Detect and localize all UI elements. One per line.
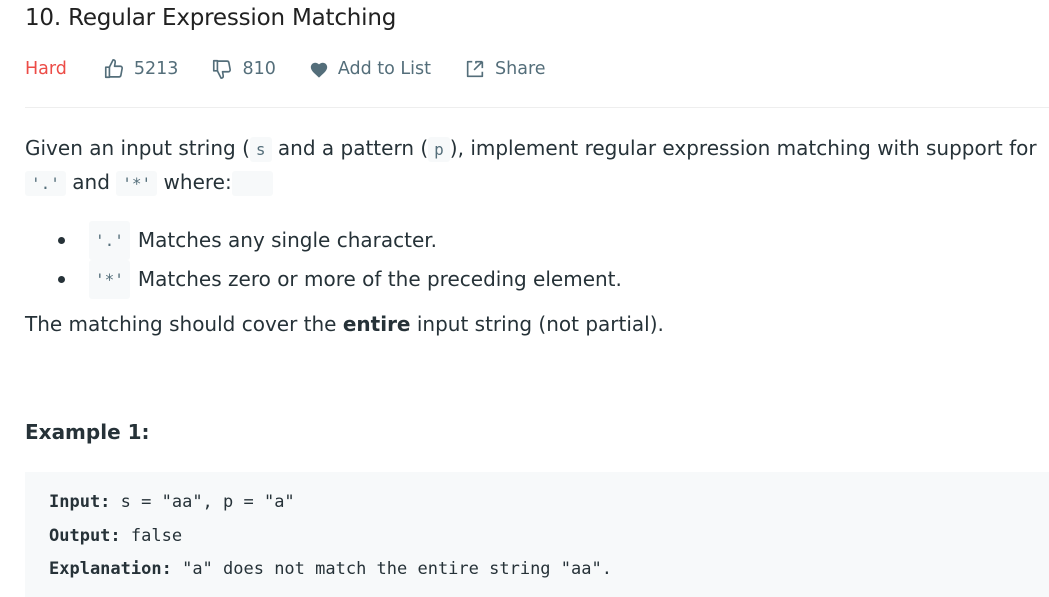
dislike-button[interactable]: 810	[211, 58, 276, 80]
page-title: 10. Regular Expression Matching	[25, 5, 397, 31]
code-star: '*'	[116, 171, 158, 196]
list-item: '.' Matches any single character.	[58, 221, 622, 260]
rules-list: '.' Matches any single character. '*' Ma…	[58, 221, 622, 299]
example-code-block: Input: s = "aa", p = "a" Output: false E…	[25, 472, 1049, 597]
example-heading: Example 1:	[25, 420, 150, 444]
code-empty	[231, 171, 273, 196]
heart-icon	[310, 62, 328, 78]
code-dot: '.'	[25, 171, 66, 196]
bullet-text: Matches any single character.	[137, 228, 437, 252]
bullet-code: '*'	[89, 260, 130, 299]
problem-meta-bar: Hard 5213 810 Add to List Share	[25, 56, 579, 82]
share-label: Share	[495, 59, 546, 79]
add-to-list-label: Add to List	[337, 59, 432, 79]
example-input-line: Input: s = "aa", p = "a"	[49, 492, 295, 512]
likes-count: 5213	[133, 59, 179, 79]
code-p: p	[428, 137, 450, 162]
bullet-dot	[58, 276, 65, 283]
entire-emphasis: entire	[342, 312, 411, 336]
like-button[interactable]: 5213	[103, 58, 179, 80]
description-intro: Given an input string (s and a pattern (…	[25, 136, 1037, 196]
example-explanation-line: Explanation: "a" does not match the enti…	[49, 559, 612, 579]
bullet-dot	[58, 237, 65, 244]
example-output-line: Output: false	[49, 526, 183, 546]
add-to-list-button[interactable]: Add to List	[309, 59, 431, 79]
problem-page: 10. Regular Expression Matching Hard 521…	[0, 0, 1049, 597]
difficulty-badge: Hard	[25, 59, 67, 79]
thumbs-down-icon	[213, 59, 232, 79]
thumbs-up-icon	[104, 59, 123, 79]
header-divider	[25, 107, 1049, 108]
matching-note: The matching should cover the entire inp…	[25, 312, 664, 336]
share-button[interactable]: Share	[464, 58, 546, 80]
share-icon	[466, 60, 484, 78]
dislikes-count: 810	[242, 59, 276, 79]
bullet-text: Matches zero or more of the preceding el…	[137, 267, 622, 291]
code-s: s	[249, 137, 272, 162]
bullet-code: '.'	[89, 221, 130, 260]
problem-description: Given an input string (s and a pattern (…	[25, 132, 1045, 200]
list-item: '*' Matches zero or more of the precedin…	[58, 260, 622, 299]
